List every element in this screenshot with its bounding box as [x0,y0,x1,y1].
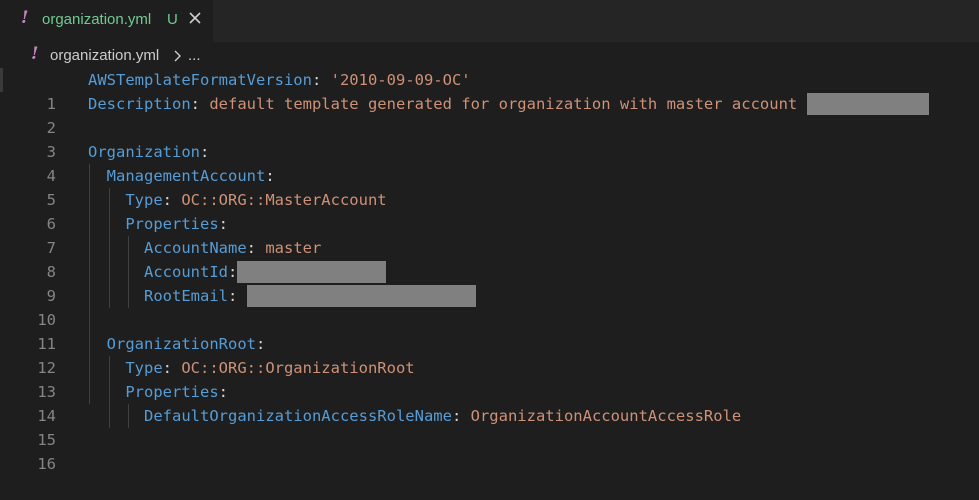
redacted-account-id [237,261,387,283]
yaml-key: RootEmail [144,287,228,305]
redacted-root-email [246,285,476,307]
yaml-key: DefaultOrganizationAccessRoleName [144,407,452,425]
code-line: 13 Type: OC::ORG::OrganizationRoot [0,356,979,401]
code-line: 14 Properties: [0,380,979,425]
yaml-key: Type [125,191,163,209]
code-line: 9 AccountId: [0,260,979,305]
yaml-value: default template generated for organizat… [209,95,798,113]
yaml-exclamation-icon: ! [21,8,29,28]
yaml-value: OrganizationAccountAccessRole [470,407,742,425]
chevron-right-icon [174,50,181,62]
yaml-key: Properties [125,215,219,233]
code-line: 8 AccountName: master [0,236,979,281]
tab-organization-yml[interactable]: ! organization.yml U [0,0,213,42]
code-line: 7 Properties: [0,212,979,257]
code-line: 16 [0,428,979,473]
breadcrumb-more[interactable]: ... [188,47,201,64]
yaml-value: master [265,239,322,257]
breadcrumb-file[interactable]: organization.yml [50,47,159,64]
redacted-account [806,93,929,115]
code-line: 6 Type: OC::ORG::MasterAccount [0,188,979,233]
yaml-key: Type [125,359,163,377]
code-line: 1 AWSTemplateFormatVersion: '2010-09-09-… [0,68,979,113]
yaml-exclamation-icon: ! [31,44,39,64]
code-editor[interactable]: 1 AWSTemplateFormatVersion: '2010-09-09-… [0,68,979,473]
tab-bar: ! organization.yml U [0,0,979,42]
code-line: 5 ManagementAccount: [0,164,979,209]
tab-untracked-status: U [167,11,178,28]
code-line: 4 Organization: [0,140,979,185]
yaml-value: OC::ORG::OrganizationRoot [181,359,415,377]
yaml-key: Organization [88,143,200,161]
code-line: 3 [0,116,979,161]
code-line: 10 RootEmail: [0,284,979,329]
yaml-key: Description [88,95,191,113]
yaml-key: ManagementAccount [106,167,266,185]
code-line: 11 [0,308,979,353]
code-line: 15 DefaultOrganizationAccessRoleName: Or… [0,404,979,449]
yaml-key: AWSTemplateFormatVersion [88,71,312,89]
line-number: 16 [37,455,56,473]
breadcrumb: ! organization.yml ... [0,44,979,68]
close-icon[interactable] [186,9,204,27]
yaml-key: Properties [125,383,219,401]
code-line: 12 OrganizationRoot: [0,332,979,377]
yaml-value: OC::ORG::MasterAccount [181,191,387,209]
yaml-key: AccountName [144,239,247,257]
code-line: 2 Description: default template generate… [0,92,979,137]
tab-filename: organization.yml [42,11,152,28]
yaml-key: OrganizationRoot [106,335,256,353]
yaml-key: AccountId [144,263,228,281]
yaml-value: '2010-09-09-OC' [330,71,471,89]
